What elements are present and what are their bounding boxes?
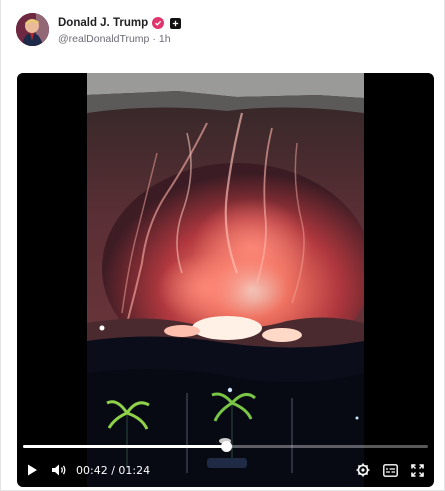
author-row: Donald J. Trump [58, 15, 182, 31]
meta-separator: · [152, 33, 156, 45]
progress-bar[interactable] [23, 441, 428, 452]
fullscreen-icon [410, 463, 424, 477]
avatar-image [16, 13, 49, 46]
video-controls: 00:42 / 01:24 [17, 437, 434, 487]
progress-handle[interactable] [220, 441, 232, 452]
play-icon [28, 464, 37, 476]
post-card: Donald J. Trump @realDonaldTrump · 1h 00… [0, 0, 445, 491]
post-meta: @realDonaldTrump · 1h [58, 33, 171, 45]
video-frame[interactable] [87, 73, 364, 487]
settings-button[interactable] [354, 461, 372, 479]
post-time[interactable]: 1h [159, 33, 171, 45]
plus-badge-icon [170, 17, 182, 29]
avatar[interactable] [16, 13, 49, 46]
duration: 01:24 [118, 464, 151, 477]
play-button[interactable] [23, 461, 41, 479]
time-separator: / [111, 464, 115, 477]
settings-icon [356, 463, 370, 477]
author-handle[interactable]: @realDonaldTrump [58, 33, 149, 45]
author-name[interactable]: Donald J. Trump [58, 17, 148, 29]
current-time: 00:42 [76, 464, 108, 477]
captions-button[interactable] [381, 461, 399, 479]
volume-icon [52, 464, 66, 476]
video-still [87, 73, 364, 487]
progress-fill [23, 445, 226, 448]
fullscreen-button[interactable] [408, 461, 426, 479]
volume-button[interactable] [50, 461, 68, 479]
video-player[interactable]: 00:42 / 01:24 [17, 73, 434, 487]
captions-icon [382, 463, 398, 477]
verified-badge-icon [152, 17, 165, 29]
time-display: 00:42 / 01:24 [76, 464, 150, 477]
post-header: Donald J. Trump @realDonaldTrump · 1h [16, 13, 436, 49]
